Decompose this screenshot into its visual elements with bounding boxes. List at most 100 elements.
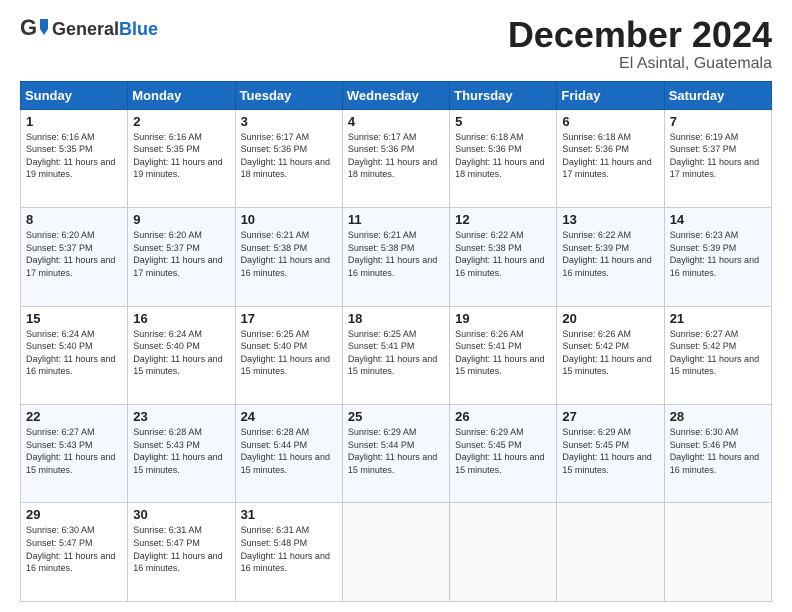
day-number: 9 xyxy=(133,212,229,227)
day-number: 14 xyxy=(670,212,766,227)
day-detail: Sunrise: 6:16 AMSunset: 5:35 PMDaylight:… xyxy=(133,131,229,181)
day-cell: 24 Sunrise: 6:28 AMSunset: 5:44 PMDayligh… xyxy=(235,405,342,503)
weekday-header-row: SundayMondayTuesdayWednesdayThursdayFrid… xyxy=(21,81,772,109)
weekday-header-thursday: Thursday xyxy=(450,81,557,109)
day-number: 6 xyxy=(562,114,658,129)
day-cell: 14 Sunrise: 6:23 AMSunset: 5:39 PMDayligh… xyxy=(664,208,771,306)
day-number: 13 xyxy=(562,212,658,227)
day-cell: 22Sunrise: 6:27 AMSunset: 5:43 PMDayligh… xyxy=(21,405,128,503)
day-cell: 9 Sunrise: 6:20 AMSunset: 5:37 PMDaylight… xyxy=(128,208,235,306)
day-cell xyxy=(664,503,771,602)
week-row-2: 8 Sunrise: 6:20 AMSunset: 5:37 PMDaylight… xyxy=(21,208,772,306)
day-number: 18 xyxy=(348,311,444,326)
day-number: 28 xyxy=(670,409,766,424)
day-cell xyxy=(342,503,449,602)
day-cell: 30 Sunrise: 6:31 AMSunset: 5:47 PMDayligh… xyxy=(128,503,235,602)
day-cell: 5 Sunrise: 6:18 AMSunset: 5:36 PMDaylight… xyxy=(450,109,557,207)
title-section: December 2024 El Asintal, Guatemala xyxy=(508,15,772,73)
day-cell: 25Sunrise: 6:29 AMSunset: 5:44 PMDayligh… xyxy=(342,405,449,503)
calendar-table: SundayMondayTuesdayWednesdayThursdayFrid… xyxy=(20,81,772,602)
month-title: December 2024 xyxy=(508,15,772,55)
day-number: 15 xyxy=(26,311,122,326)
day-number: 17 xyxy=(241,311,337,326)
day-cell xyxy=(557,503,664,602)
day-detail: Sunrise: 6:30 AMSunset: 5:46 PMDaylight:… xyxy=(670,426,766,476)
day-detail: Sunrise: 6:31 AMSunset: 5:48 PMDaylight:… xyxy=(241,524,337,574)
day-detail: Sunrise: 6:27 AMSunset: 5:42 PMDaylight:… xyxy=(670,328,766,378)
logo-icon: G xyxy=(20,15,48,43)
week-row-1: 1 Sunrise: 6:16 AMSunset: 5:35 PMDaylight… xyxy=(21,109,772,207)
day-cell: 20Sunrise: 6:26 AMSunset: 5:42 PMDayligh… xyxy=(557,306,664,404)
day-detail: Sunrise: 6:25 AMSunset: 5:41 PMDaylight:… xyxy=(348,328,444,378)
day-number: 8 xyxy=(26,212,122,227)
day-cell xyxy=(450,503,557,602)
day-detail: Sunrise: 6:18 AMSunset: 5:36 PMDaylight:… xyxy=(562,131,658,181)
day-detail: Sunrise: 6:27 AMSunset: 5:43 PMDaylight:… xyxy=(26,426,122,476)
day-cell: 16Sunrise: 6:24 AMSunset: 5:40 PMDayligh… xyxy=(128,306,235,404)
weekday-header-friday: Friday xyxy=(557,81,664,109)
week-row-3: 15 Sunrise: 6:24 AMSunset: 5:40 PMDayligh… xyxy=(21,306,772,404)
day-cell: 13 Sunrise: 6:22 AMSunset: 5:39 PMDayligh… xyxy=(557,208,664,306)
day-detail: Sunrise: 6:20 AMSunset: 5:37 PMDaylight:… xyxy=(133,229,229,279)
day-number: 16 xyxy=(133,311,229,326)
location: El Asintal, Guatemala xyxy=(508,55,772,73)
day-detail: Sunrise: 6:21 AMSunset: 5:38 PMDaylight:… xyxy=(348,229,444,279)
logo-general: General xyxy=(52,19,119,40)
day-number: 7 xyxy=(670,114,766,129)
week-row-4: 22Sunrise: 6:27 AMSunset: 5:43 PMDayligh… xyxy=(21,405,772,503)
day-number: 29 xyxy=(26,507,122,522)
day-number: 12 xyxy=(455,212,551,227)
day-detail: Sunrise: 6:28 AMSunset: 5:43 PMDaylight:… xyxy=(133,426,229,476)
day-detail: Sunrise: 6:22 AMSunset: 5:39 PMDaylight:… xyxy=(562,229,658,279)
day-number: 11 xyxy=(348,212,444,227)
day-cell: 10 Sunrise: 6:21 AMSunset: 5:38 PMDayligh… xyxy=(235,208,342,306)
day-number: 2 xyxy=(133,114,229,129)
weekday-header-monday: Monday xyxy=(128,81,235,109)
day-number: 25 xyxy=(348,409,444,424)
weekday-header-tuesday: Tuesday xyxy=(235,81,342,109)
day-detail: Sunrise: 6:23 AMSunset: 5:39 PMDaylight:… xyxy=(670,229,766,279)
day-cell: 7 Sunrise: 6:19 AMSunset: 5:37 PMDaylight… xyxy=(664,109,771,207)
day-detail: Sunrise: 6:17 AMSunset: 5:36 PMDaylight:… xyxy=(348,131,444,181)
day-cell: 1 Sunrise: 6:16 AMSunset: 5:35 PMDaylight… xyxy=(21,109,128,207)
day-cell: 31 Sunrise: 6:31 AMSunset: 5:48 PMDayligh… xyxy=(235,503,342,602)
day-number: 31 xyxy=(241,507,337,522)
day-detail: Sunrise: 6:17 AMSunset: 5:36 PMDaylight:… xyxy=(241,131,337,181)
day-number: 23 xyxy=(133,409,229,424)
day-number: 19 xyxy=(455,311,551,326)
day-number: 1 xyxy=(26,114,122,129)
day-cell: 18 Sunrise: 6:25 AMSunset: 5:41 PMDayligh… xyxy=(342,306,449,404)
svg-text:G: G xyxy=(20,15,37,40)
day-cell: 2 Sunrise: 6:16 AMSunset: 5:35 PMDaylight… xyxy=(128,109,235,207)
day-detail: Sunrise: 6:18 AMSunset: 5:36 PMDaylight:… xyxy=(455,131,551,181)
day-detail: Sunrise: 6:29 AMSunset: 5:45 PMDaylight:… xyxy=(562,426,658,476)
day-number: 26 xyxy=(455,409,551,424)
day-cell: 27 Sunrise: 6:29 AMSunset: 5:45 PMDayligh… xyxy=(557,405,664,503)
day-cell: 26Sunrise: 6:29 AMSunset: 5:45 PMDayligh… xyxy=(450,405,557,503)
day-detail: Sunrise: 6:19 AMSunset: 5:37 PMDaylight:… xyxy=(670,131,766,181)
day-detail: Sunrise: 6:20 AMSunset: 5:37 PMDaylight:… xyxy=(26,229,122,279)
day-cell: 28 Sunrise: 6:30 AMSunset: 5:46 PMDayligh… xyxy=(664,405,771,503)
day-detail: Sunrise: 6:30 AMSunset: 5:47 PMDaylight:… xyxy=(26,524,122,574)
day-number: 27 xyxy=(562,409,658,424)
logo-blue: Blue xyxy=(119,19,158,40)
day-detail: Sunrise: 6:16 AMSunset: 5:35 PMDaylight:… xyxy=(26,131,122,181)
day-detail: Sunrise: 6:24 AMSunset: 5:40 PMDaylight:… xyxy=(26,328,122,378)
weekday-header-saturday: Saturday xyxy=(664,81,771,109)
day-number: 24 xyxy=(241,409,337,424)
day-number: 10 xyxy=(241,212,337,227)
day-cell: 8 Sunrise: 6:20 AMSunset: 5:37 PMDaylight… xyxy=(21,208,128,306)
day-cell: 6 Sunrise: 6:18 AMSunset: 5:36 PMDaylight… xyxy=(557,109,664,207)
day-detail: Sunrise: 6:21 AMSunset: 5:38 PMDaylight:… xyxy=(241,229,337,279)
day-detail: Sunrise: 6:26 AMSunset: 5:41 PMDaylight:… xyxy=(455,328,551,378)
day-detail: Sunrise: 6:25 AMSunset: 5:40 PMDaylight:… xyxy=(241,328,337,378)
day-number: 5 xyxy=(455,114,551,129)
day-cell: 11 Sunrise: 6:21 AMSunset: 5:38 PMDayligh… xyxy=(342,208,449,306)
day-detail: Sunrise: 6:31 AMSunset: 5:47 PMDaylight:… xyxy=(133,524,229,574)
day-cell: 12Sunrise: 6:22 AMSunset: 5:38 PMDayligh… xyxy=(450,208,557,306)
day-cell: 19 Sunrise: 6:26 AMSunset: 5:41 PMDayligh… xyxy=(450,306,557,404)
day-number: 30 xyxy=(133,507,229,522)
day-cell: 3Sunrise: 6:17 AMSunset: 5:36 PMDaylight… xyxy=(235,109,342,207)
weekday-header-wednesday: Wednesday xyxy=(342,81,449,109)
day-detail: Sunrise: 6:28 AMSunset: 5:44 PMDaylight:… xyxy=(241,426,337,476)
